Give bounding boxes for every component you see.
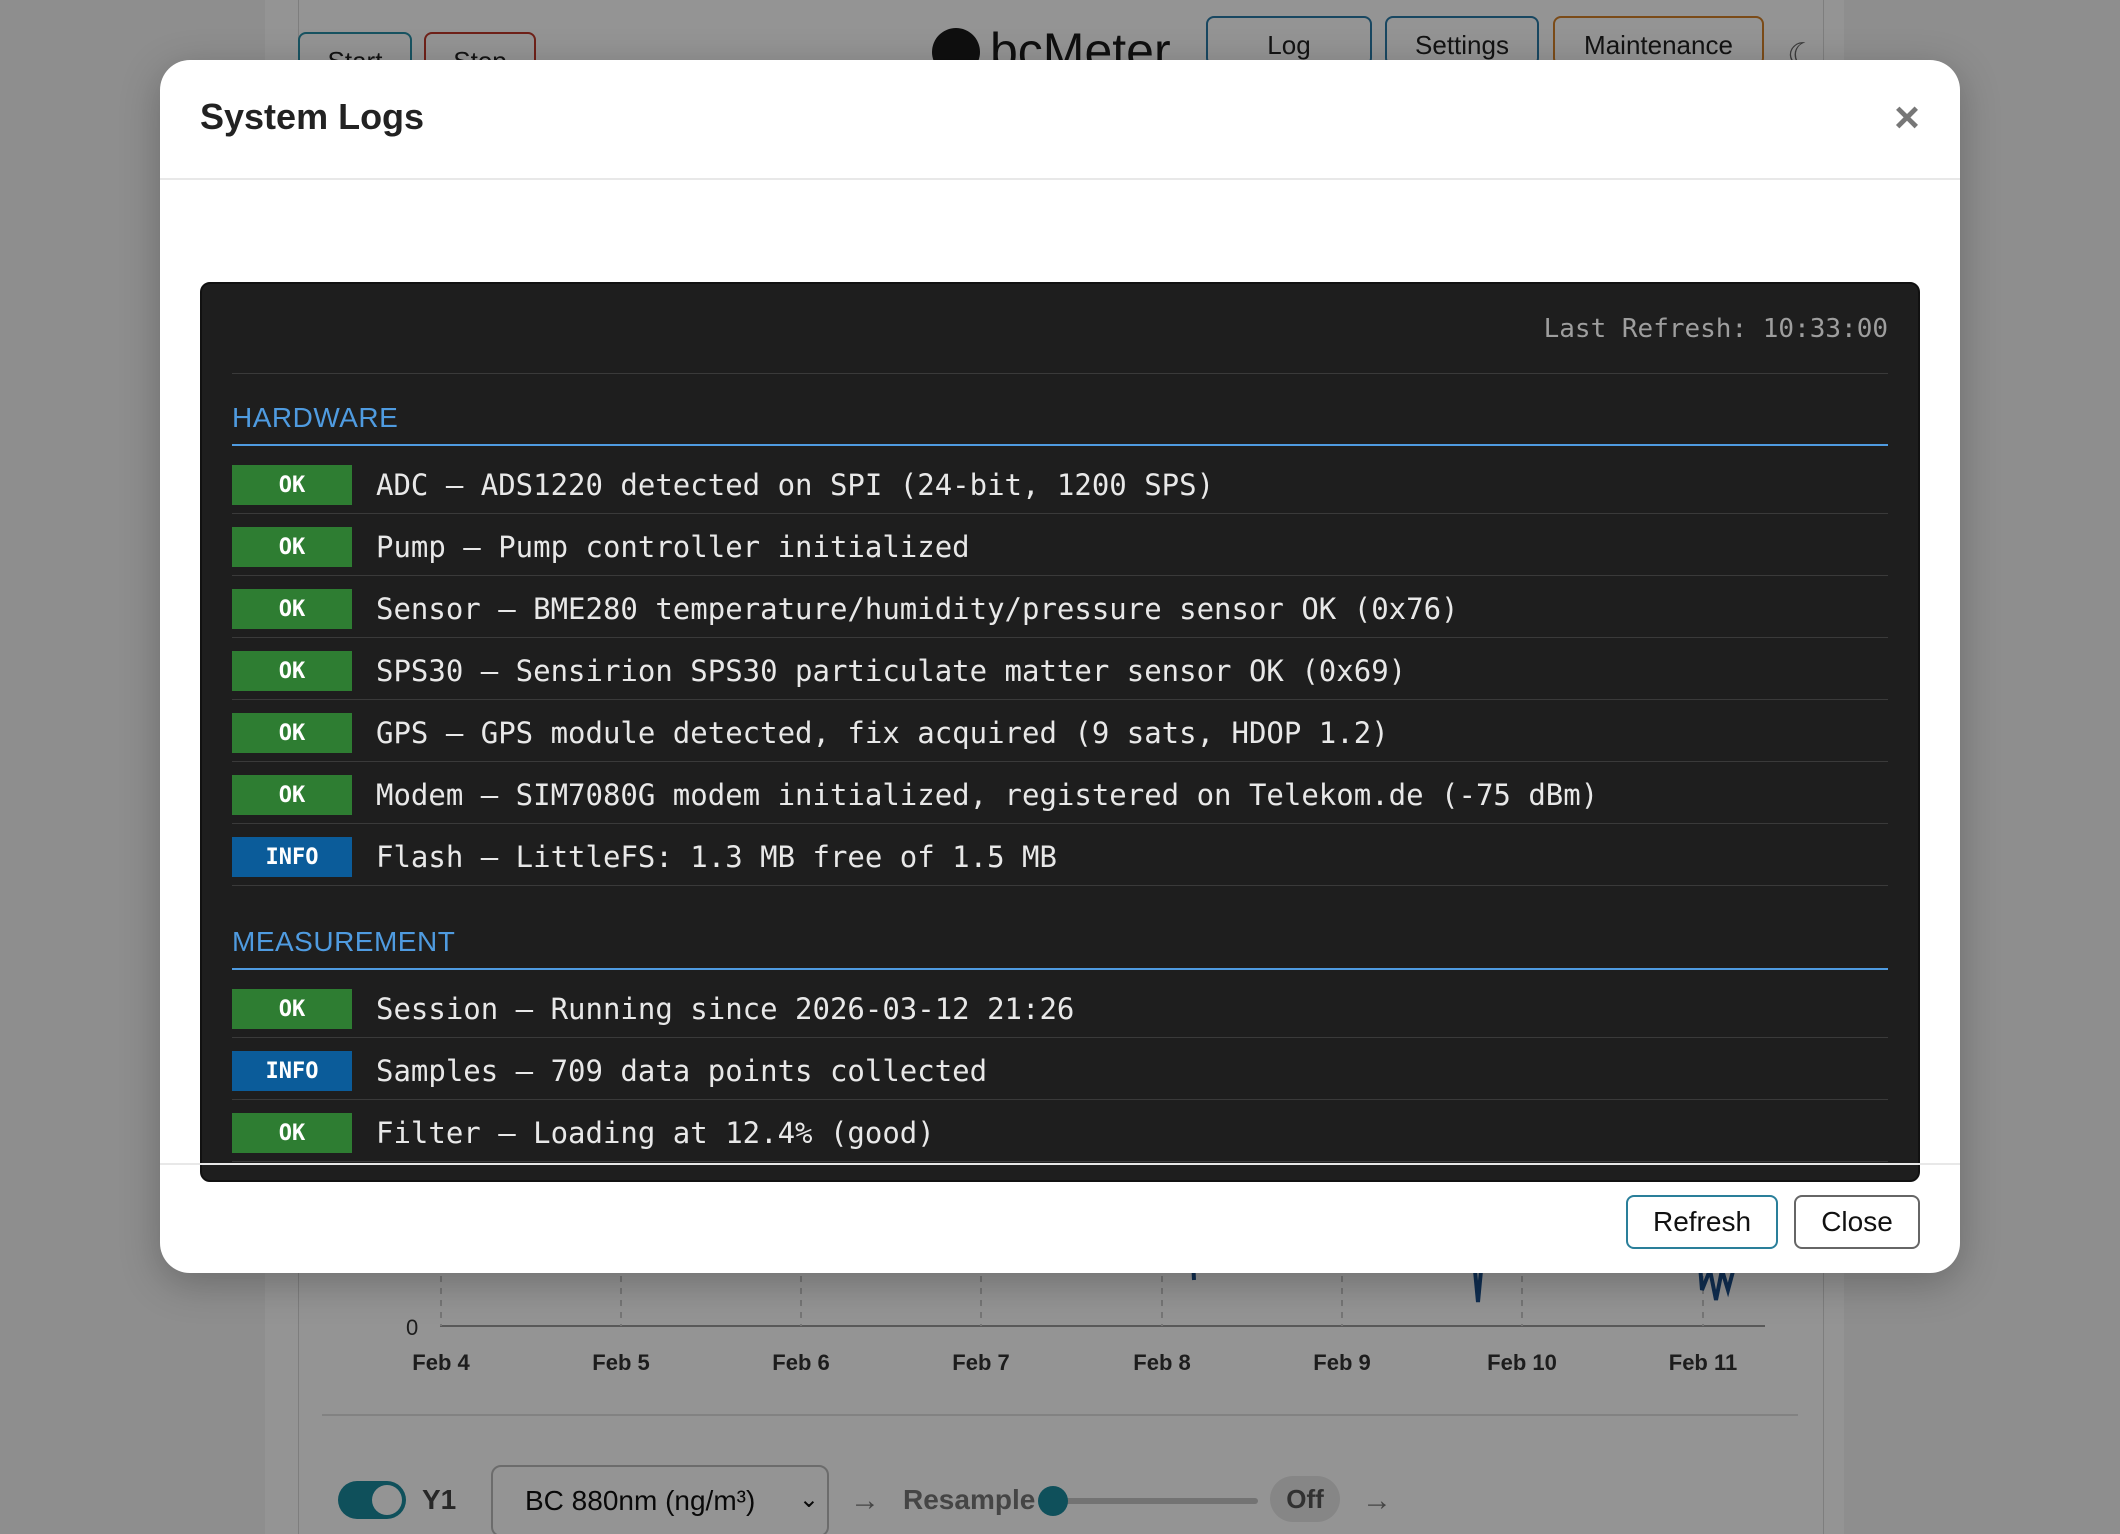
status-badge: OK [232,651,352,691]
status-badge: OK [232,589,352,629]
log-row: OK SPS30 — Sensirion SPS30 particulate m… [232,638,1888,700]
log-message: SPS30 — Sensirion SPS30 particulate matt… [376,654,1407,688]
log-message: Session — Running since 2026-03-12 21:26 [376,992,1075,1026]
log-message: Filter — Loading at 12.4% (good) [376,1116,935,1150]
modal-header: System Logs × [160,60,1960,180]
system-logs-modal: System Logs × Last Refresh: 10:33:00 HAR… [160,60,1960,1273]
last-refresh-timestamp: Last Refresh: 10:33:00 [1543,314,1888,344]
status-badge: OK [232,527,352,567]
log-message: ADC — ADS1220 detected on SPI (24-bit, 1… [376,468,1215,502]
log-console: Last Refresh: 10:33:00 HARDWARE OK ADC —… [200,282,1920,1182]
log-message: Samples — 709 data points collected [376,1054,988,1088]
status-badge: INFO [232,837,352,877]
log-row: OK GPS — GPS module detected, fix acquir… [232,700,1888,762]
refresh-button[interactable]: Refresh [1626,1195,1778,1249]
log-message: Sensor — BME280 temperature/humidity/pre… [376,592,1459,626]
log-message: Modem — SIM7080G modem initialized, regi… [376,778,1599,812]
status-badge: OK [232,989,352,1029]
status-badge: INFO [232,1051,352,1091]
log-row: OK Sensor — BME280 temperature/humidity/… [232,576,1888,638]
modal-body: Last Refresh: 10:33:00 HARDWARE OK ADC —… [160,180,1960,1182]
status-badge: OK [232,465,352,505]
log-row: INFO Samples — 709 data points collected [232,1038,1888,1100]
section-title-hardware: HARDWARE [232,392,1888,446]
section-title-measurement: MEASUREMENT [232,916,1888,970]
log-row: OK Session — Running since 2026-03-12 21… [232,976,1888,1038]
modal-footer: Refresh Close [160,1163,1960,1273]
status-badge: OK [232,1113,352,1153]
log-row: OK ADC — ADS1220 detected on SPI (24-bit… [232,452,1888,514]
log-row: OK Filter — Loading at 12.4% (good) [232,1100,1888,1162]
log-message: Pump — Pump controller initialized [376,530,970,564]
status-badge: OK [232,775,352,815]
log-row: OK Pump — Pump controller initialized [232,514,1888,576]
log-message: Flash — LittleFS: 1.3 MB free of 1.5 MB [376,840,1057,874]
log-row: INFO Flash — LittleFS: 1.3 MB free of 1.… [232,824,1888,886]
close-icon[interactable]: × [1882,96,1932,146]
status-badge: OK [232,713,352,753]
log-row: OK Modem — SIM7080G modem initialized, r… [232,762,1888,824]
log-refresh-bar: Last Refresh: 10:33:00 [232,284,1888,374]
log-message: GPS — GPS module detected, fix acquired … [376,716,1389,750]
modal-title: System Logs [200,96,425,137]
close-button[interactable]: Close [1794,1195,1920,1249]
